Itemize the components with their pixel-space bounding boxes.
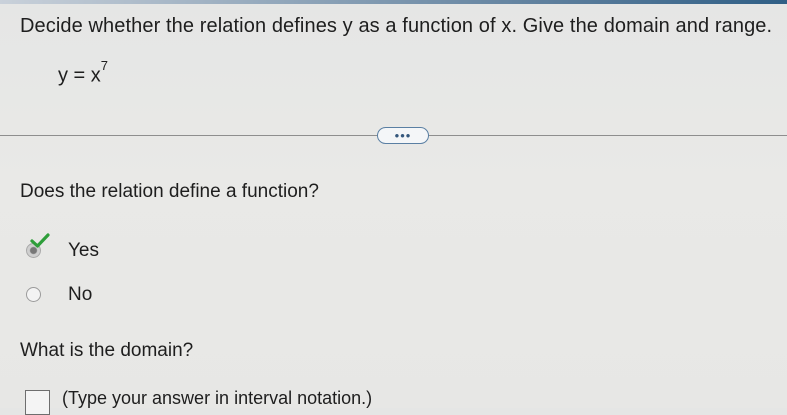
- interval-notation-hint: (Type your answer in interval notation.): [62, 388, 373, 408]
- equation: y = x7: [58, 58, 108, 88]
- radio-no[interactable]: [26, 287, 41, 302]
- expand-more-button[interactable]: •••: [377, 127, 429, 144]
- equation-base: y = x: [58, 64, 101, 87]
- option-no-label[interactable]: No: [68, 284, 92, 306]
- domain-answer-input[interactable]: [25, 390, 50, 415]
- equation-exponent: 7: [100, 58, 109, 73]
- ellipsis-icon: •••: [394, 128, 412, 143]
- domain-question: What is the domain?: [20, 340, 194, 361]
- option-yes-label[interactable]: Yes: [68, 240, 99, 262]
- function-question: Does the relation define a function?: [20, 181, 319, 202]
- checkmark-icon: [30, 233, 50, 248]
- question-prompt: Decide whether the relation defines y as…: [20, 15, 773, 37]
- top-accent-strip: [0, 0, 787, 4]
